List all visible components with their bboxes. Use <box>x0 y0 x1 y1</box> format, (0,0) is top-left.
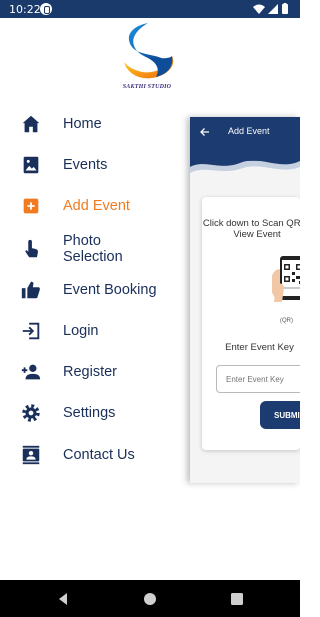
add-box-icon <box>23 198 39 214</box>
app-root: 10:22 SAKTHI STUDIO Home Events Add Even… <box>0 0 300 617</box>
add-event-screen: Add Event Click down to Scan QR to View … <box>190 117 300 483</box>
home-nav-icon[interactable] <box>143 592 157 606</box>
logo-caption: SAKTHI STUDIO <box>122 84 172 90</box>
battery-icon <box>282 4 288 14</box>
event-key-input[interactable] <box>216 365 300 393</box>
drawer-item-label: Settings <box>63 405 116 421</box>
drawer-item-add-event[interactable]: Add Event <box>0 186 190 226</box>
person-add-icon <box>21 364 41 380</box>
touch-icon <box>25 239 38 258</box>
recents-nav-icon[interactable] <box>230 592 244 606</box>
back-nav-icon[interactable] <box>56 592 70 606</box>
studio-logo: SAKTHI STUDIO <box>110 20 184 96</box>
screen-title: Add Event <box>228 126 270 136</box>
drawer-item-home[interactable]: Home <box>0 104 190 144</box>
drawer-item-label: Login <box>63 323 99 339</box>
app-notification-icon <box>40 3 52 15</box>
drawer-item-label: Add Event <box>63 198 130 214</box>
drawer-item-label: Photo Selection <box>63 233 123 265</box>
submit-button[interactable]: SUBMIT <box>260 401 300 429</box>
drawer-item-contact-us[interactable]: Contact Us <box>0 435 190 475</box>
scan-card: Click down to Scan QR to View Event (QR)… <box>202 197 300 450</box>
image-icon <box>23 156 39 174</box>
home-icon <box>22 115 40 133</box>
cell-signal-icon <box>268 4 278 14</box>
drawer-item-event-booking[interactable]: Event Booking <box>0 270 190 310</box>
drawer-item-label: Contact Us <box>63 447 135 463</box>
drawer-item-label: Register <box>63 364 117 380</box>
system-status-icons <box>253 3 288 14</box>
scan-qr-illustration[interactable] <box>272 254 300 304</box>
qr-label: (QR) <box>280 318 293 324</box>
header-wave <box>190 147 300 173</box>
drawer-item-settings[interactable]: Settings <box>0 393 190 433</box>
logo-mark <box>124 23 174 79</box>
wifi-icon <box>253 4 265 14</box>
drawer-item-label: Events <box>63 157 108 173</box>
contacts-icon <box>22 445 40 465</box>
gear-icon <box>22 404 40 422</box>
drawer-item-label: Home <box>63 116 102 132</box>
drawer-item-login[interactable]: Login <box>0 311 190 351</box>
scan-hint: Click down to Scan QR to View Event <box>202 218 300 240</box>
status-bar: 10:22 <box>0 0 300 18</box>
drawer-item-photo-selection[interactable]: Photo Selection <box>0 228 190 270</box>
login-icon <box>22 322 40 340</box>
drawer-item-label: Event Booking <box>63 282 157 298</box>
back-arrow-icon[interactable] <box>199 126 211 138</box>
status-time: 10:22 <box>9 3 41 16</box>
thumb-up-icon <box>21 281 40 299</box>
system-nav-bar <box>0 580 300 617</box>
drawer-item-events[interactable]: Events <box>0 145 190 185</box>
enter-event-key-label: Enter Event Key <box>225 342 294 353</box>
drawer-item-register[interactable]: Register <box>0 352 190 392</box>
